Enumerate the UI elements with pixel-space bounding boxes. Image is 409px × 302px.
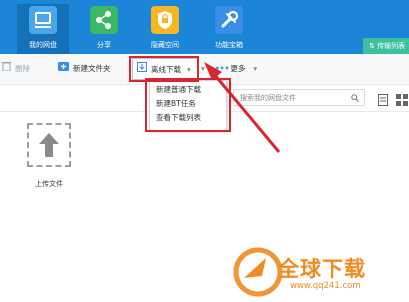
upload-file-label: 上传文件 <box>35 180 63 188</box>
watermark-url: www.qq241.com <box>290 281 361 291</box>
watermark-text: 全球下载 <box>278 257 366 281</box>
upload-file-button[interactable] <box>27 123 71 167</box>
upload-arrow-icon <box>39 133 59 157</box>
